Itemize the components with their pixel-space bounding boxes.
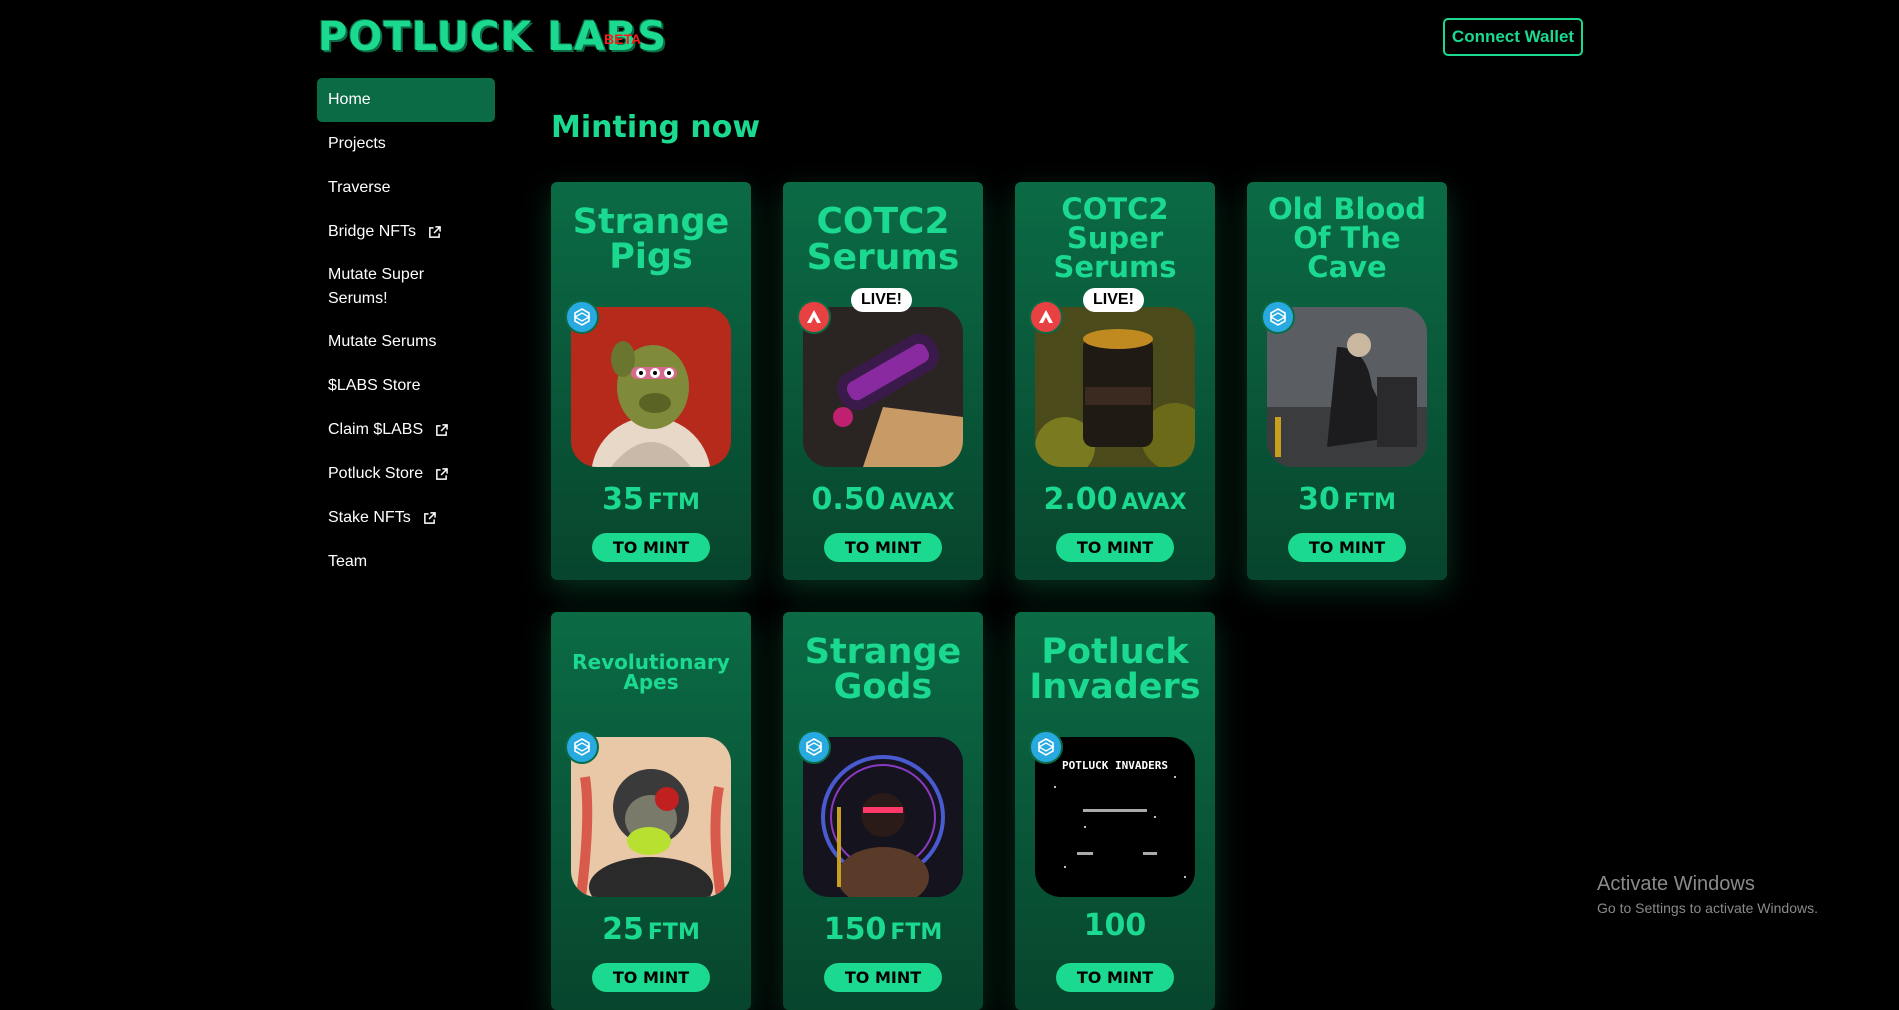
live-badge: LIVE! xyxy=(851,288,912,312)
sidebar-item-label: $LABS Store xyxy=(328,377,421,394)
project-image: POTLUCK INVADERS xyxy=(1035,737,1195,897)
project-image xyxy=(571,307,731,467)
to-mint-button[interactable]: TO MINT xyxy=(1056,963,1174,992)
project-card-cotc2-serums[interactable]: COTC2 Serums LIVE! 0.50 AVAX TO MINT xyxy=(783,182,983,580)
avalanche-icon xyxy=(797,300,831,334)
sidebar-item-team[interactable]: Team xyxy=(317,540,495,584)
to-mint-button[interactable]: TO MINT xyxy=(824,963,942,992)
project-image xyxy=(803,737,963,897)
sidebar-item-label: Potluck Store xyxy=(328,465,424,482)
windows-activation-watermark: Activate Windows Go to Settings to activ… xyxy=(1597,873,1818,916)
card-title: Strange Gods xyxy=(804,632,962,707)
sidebar-item-label: Projects xyxy=(328,135,386,152)
fantom-icon xyxy=(1261,300,1295,334)
project-card-old-blood-of-the-cave[interactable]: Old Blood Of The Cave 30 FTM TO MINT xyxy=(1247,182,1447,580)
card-title: COTC2 Serums xyxy=(806,201,960,278)
sidebar-item-traverse[interactable]: Traverse xyxy=(317,166,495,210)
to-mint-button[interactable]: TO MINT xyxy=(1056,533,1174,562)
to-mint-button[interactable]: TO MINT xyxy=(1288,533,1406,562)
price-currency: FTM xyxy=(647,920,700,945)
sidebar-item-stake-nfts[interactable]: Stake NFTs xyxy=(317,496,495,540)
to-mint-button[interactable]: TO MINT xyxy=(592,963,710,992)
watermark-subtitle: Go to Settings to activate Windows. xyxy=(1597,900,1818,916)
fantom-icon xyxy=(565,730,599,764)
sidebar-item-label: Stake NFTs xyxy=(328,509,411,526)
external-link-icon xyxy=(428,225,441,239)
price: 35 FTM xyxy=(551,482,751,517)
project-image xyxy=(571,737,731,897)
fantom-icon xyxy=(1029,730,1063,764)
price-value: 2.00 xyxy=(1043,482,1118,517)
card-title: Strange Pigs xyxy=(572,202,730,277)
price-currency: AVAX xyxy=(889,490,955,515)
project-card-revolutionary-apes[interactable]: Revolutionary Apes 25 FTM TO MINT xyxy=(551,612,751,1010)
price-currency: FTM xyxy=(647,490,700,515)
watermark-title: Activate Windows xyxy=(1597,873,1755,895)
avalanche-icon xyxy=(1029,300,1063,334)
card-title: Revolutionary Apes xyxy=(572,650,730,694)
card-title: Potluck Invaders xyxy=(1029,632,1201,707)
sidebar-item-mutate-super-serums[interactable]: Mutate Super Serums! xyxy=(317,254,495,320)
price-currency: AVAX xyxy=(1121,490,1187,515)
price: 2.00 AVAX xyxy=(1015,482,1215,517)
price-currency: FTM xyxy=(1343,490,1396,515)
project-image xyxy=(803,307,963,467)
sidebar-item-label: Traverse xyxy=(328,179,391,196)
sidebar-item-mutate-serums[interactable]: Mutate Serums xyxy=(317,320,495,364)
external-link-icon xyxy=(435,423,448,437)
sidebar-item-label: Home xyxy=(328,91,371,108)
project-image xyxy=(1267,307,1427,467)
sidebar-item-labs-store[interactable]: $LABS Store xyxy=(317,364,495,408)
sidebar-item-claim-labs[interactable]: Claim $LABS xyxy=(317,408,495,452)
connect-wallet-button[interactable]: Connect Wallet xyxy=(1443,18,1583,56)
price-currency: FTM xyxy=(890,920,943,945)
price-value: 0.50 xyxy=(811,482,886,517)
project-card-cotc2-super-serums[interactable]: COTC2 Super Serums LIVE! 2.00 AVAX TO MIN… xyxy=(1015,182,1215,580)
price: 25 FTM xyxy=(551,912,751,947)
sidebar-item-bridge-nfts[interactable]: Bridge NFTs xyxy=(317,210,495,254)
price: 150 FTM xyxy=(783,912,983,947)
price-value: 100 xyxy=(1083,908,1147,943)
sidebar-item-label: Claim $LABS xyxy=(328,421,424,438)
sidebar-item-label: Mutate Super Serums! xyxy=(328,266,425,307)
price: 100 xyxy=(1015,908,1215,943)
sidebar-item-label: Mutate Serums xyxy=(328,333,437,350)
price: 0.50 AVAX xyxy=(783,482,983,517)
price: 30 FTM xyxy=(1247,482,1447,517)
sidebar-item-label: Team xyxy=(328,553,368,570)
price-value: 150 xyxy=(823,912,887,947)
project-card-strange-pigs[interactable]: Strange Pigs 35 FTM TO MINT xyxy=(551,182,751,580)
sidebar-item-label: Bridge NFTs xyxy=(328,223,417,240)
sidebar-item-potluck-store[interactable]: Potluck Store xyxy=(317,452,495,496)
fantom-icon xyxy=(797,730,831,764)
external-link-icon xyxy=(435,467,448,481)
live-badge: LIVE! xyxy=(1083,288,1144,312)
sidebar-item-home[interactable]: Home xyxy=(317,78,495,122)
project-card-potluck-invaders[interactable]: Potluck Invaders POTLUCK INVADERS 100 TO… xyxy=(1015,612,1215,1010)
external-link-icon xyxy=(423,511,436,525)
project-image xyxy=(1035,307,1195,467)
price-value: 35 xyxy=(602,482,644,517)
price-value: 30 xyxy=(1298,482,1340,517)
price-value: 25 xyxy=(602,912,644,947)
section-title: Minting now xyxy=(551,110,761,145)
to-mint-button[interactable]: TO MINT xyxy=(592,533,710,562)
fantom-icon xyxy=(565,300,599,334)
project-card-strange-gods[interactable]: Strange Gods 150 FTM TO MINT xyxy=(783,612,983,1010)
sidebar-item-projects[interactable]: Projects xyxy=(317,122,495,166)
beta-badge: BETA xyxy=(604,31,642,47)
sidebar: Home Projects Traverse Bridge NFTs Mutat… xyxy=(317,78,495,584)
to-mint-button[interactable]: TO MINT xyxy=(824,533,942,562)
card-title: Old Blood Of The Cave xyxy=(1267,192,1427,284)
header: POTLUCK LABS BETA Connect Wallet xyxy=(0,0,1899,75)
card-title: COTC2 Super Serums xyxy=(1053,192,1177,284)
